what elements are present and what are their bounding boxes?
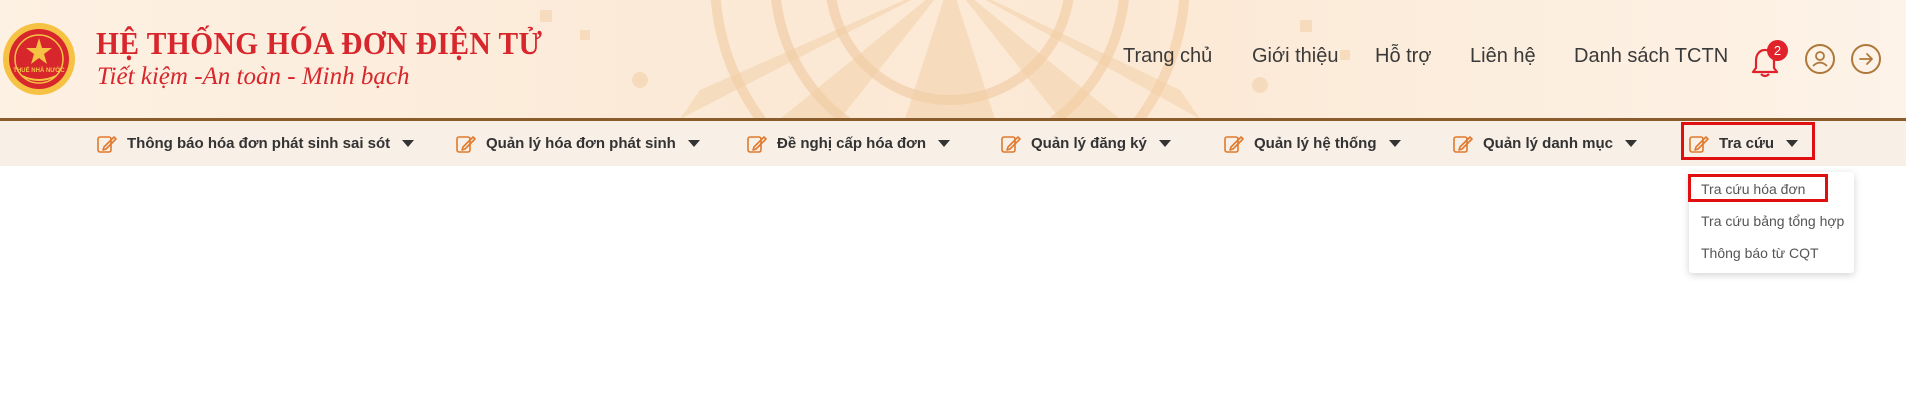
notification-badge: 2	[1767, 40, 1788, 61]
menu-error-invoice-notice[interactable]: Thông báo hóa đơn phát sinh sai sót	[96, 121, 415, 166]
caret-down-icon	[1625, 140, 1638, 147]
menu-catalog-management[interactable]: Quản lý danh mục	[1452, 121, 1638, 166]
menu-registration-management[interactable]: Quản lý đăng ký	[1000, 121, 1171, 166]
brand-title: HỆ THỐNG HÓA ĐƠN ĐIỆN TỬ	[96, 25, 543, 61]
menu-invoice-management[interactable]: Quản lý hóa đơn phát sinh	[455, 121, 700, 166]
nav-home[interactable]: Trang chủ	[1123, 45, 1212, 68]
edit-document-icon	[1224, 135, 1244, 153]
user-icon	[1812, 51, 1828, 67]
menu-lookup[interactable]: Tra cứu	[1688, 121, 1799, 166]
main-menubar: Thông báo hóa đơn phát sinh sai sót Quản…	[0, 121, 1906, 166]
nav-about[interactable]: Giới thiệu	[1252, 45, 1338, 68]
lookup-dropdown-menu: Tra cứu hóa đơn Tra cứu bảng tổng hợp Th…	[1689, 172, 1854, 273]
menu-label: Quản lý đăng ký	[1031, 135, 1147, 152]
caret-down-icon	[1786, 140, 1799, 147]
caret-down-icon	[687, 140, 700, 147]
dropdown-item-cqt-notice[interactable]: Thông báo từ CQT	[1701, 245, 1819, 261]
edit-document-icon	[456, 135, 476, 153]
edit-document-icon	[747, 135, 767, 153]
edit-document-icon	[1001, 135, 1021, 153]
user-button[interactable]	[1805, 44, 1835, 74]
menu-label: Thông báo hóa đơn phát sinh sai sót	[127, 135, 391, 152]
nav-tctn-list[interactable]: Danh sách TCTN	[1574, 45, 1728, 68]
nav-support[interactable]: Hỗ trợ	[1375, 45, 1431, 68]
edit-document-icon	[97, 135, 117, 153]
dropdown-item-invoice-lookup[interactable]: Tra cứu hóa đơn	[1701, 181, 1805, 197]
menu-label: Quản lý hóa đơn phát sinh	[486, 135, 676, 152]
nav-contact[interactable]: Liên hệ	[1470, 45, 1536, 68]
caret-down-icon	[938, 140, 951, 147]
edit-document-icon	[1689, 135, 1709, 153]
menu-invoice-request[interactable]: Đề nghị cấp hóa đơn	[746, 121, 951, 166]
menu-label: Quản lý hệ thống	[1254, 135, 1377, 152]
menu-label: Tra cứu	[1719, 135, 1775, 152]
caret-down-icon	[1158, 140, 1171, 147]
header: THUẾ NHÀ NƯỚC HỆ THỐNG HÓA ĐƠN ĐIỆN TỬ T…	[0, 0, 1906, 119]
arrow-right-icon	[1859, 53, 1873, 65]
menu-label: Đề nghị cấp hóa đơn	[777, 135, 927, 152]
dropdown-item-summary-lookup[interactable]: Tra cứu bảng tổng hợp	[1701, 213, 1844, 229]
menu-label: Quản lý danh mục	[1483, 135, 1614, 152]
caret-down-icon	[1388, 140, 1401, 147]
edit-document-icon	[1453, 135, 1473, 153]
brand-slogan: Tiết kiệm -An toàn - Minh bạch	[97, 63, 410, 90]
svg-text:THUẾ NHÀ NƯỚC: THUẾ NHÀ NƯỚC	[13, 66, 65, 74]
caret-down-icon	[402, 140, 415, 147]
logout-button[interactable]	[1851, 44, 1881, 74]
tax-emblem-logo: THUẾ NHÀ NƯỚC	[3, 23, 75, 95]
menu-system-management[interactable]: Quản lý hệ thống	[1223, 121, 1401, 166]
